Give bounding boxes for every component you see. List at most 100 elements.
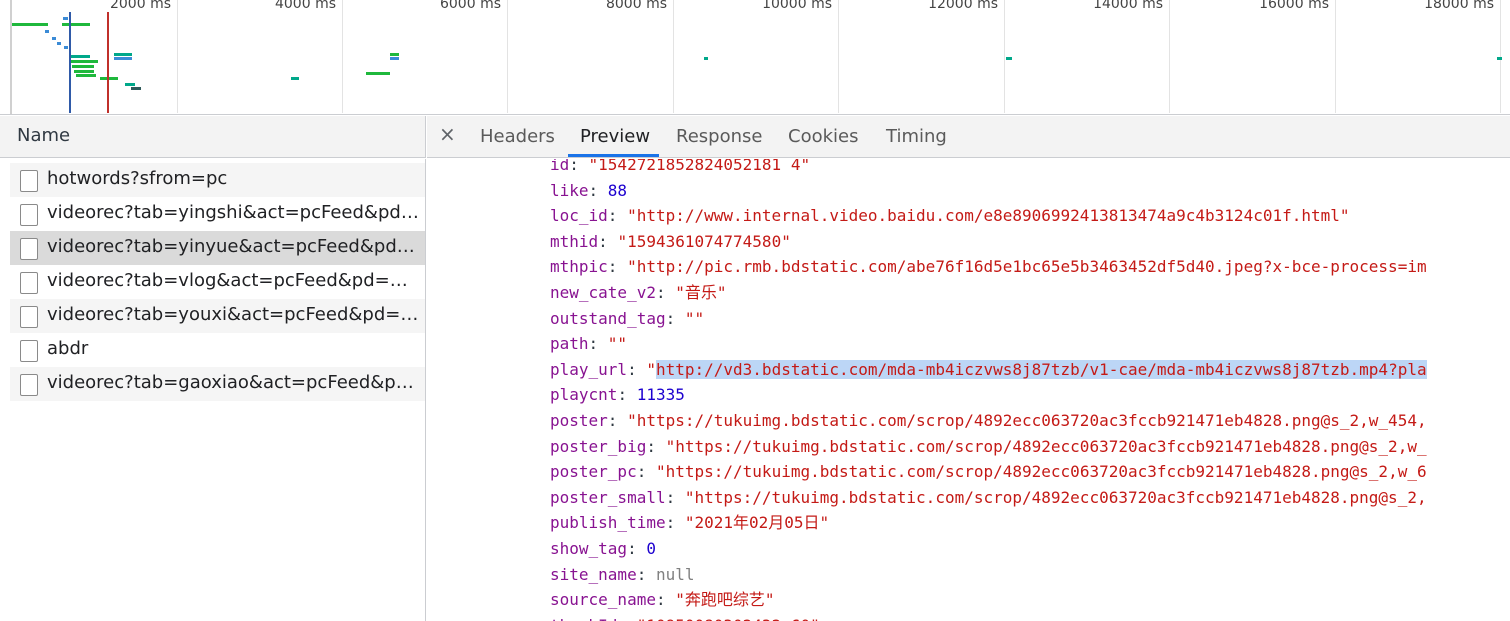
overview-request-bar — [72, 65, 94, 68]
network-overview-timeline[interactable]: 2000 ms 4000 ms 6000 ms 8000 ms 10000 ms 1200… — [0, 0, 1510, 115]
document-icon — [20, 340, 38, 362]
overview-request-bar — [62, 23, 90, 26]
property-value: "" — [607, 334, 628, 354]
tab-headers[interactable]: Headers — [480, 126, 555, 147]
preview-property-line[interactable]: poster_small: "https://tukuimg.bdstatic.… — [550, 485, 1427, 510]
details-tabbar: × Headers Preview Response Cookies Timin… — [427, 116, 1510, 158]
request-row[interactable]: hotwords?sfrom=pc — [10, 163, 425, 197]
preview-property-line[interactable]: thumbId: "10950080302432 60" — [550, 613, 820, 621]
preview-property-line[interactable]: poster: "https://tukuimg.bdstatic.com/sc… — [550, 408, 1427, 433]
preview-property-line[interactable]: poster_big: "https://tukuimg.bdstatic.co… — [550, 434, 1427, 459]
overview-request-bar — [114, 57, 132, 60]
overview-tick-line — [673, 0, 674, 113]
property-colon: : — [665, 487, 685, 507]
request-row[interactable]: videorec?tab=yingshi&act=pcFeed&pd=... — [10, 197, 425, 231]
property-key: poster — [550, 411, 608, 430]
preview-property-line[interactable]: source_name: "奔跑吧综艺" — [550, 587, 775, 612]
tab-preview[interactable]: Preview — [580, 126, 650, 147]
overview-tick-label: 4000 ms — [274, 0, 336, 12]
tab-cookies[interactable]: Cookies — [788, 126, 858, 147]
request-name: videorec?tab=yinyue&act=pcFeed&pd=p... — [47, 236, 419, 257]
property-key: site_name — [550, 564, 637, 584]
tab-timing[interactable]: Timing — [886, 126, 947, 147]
request-name: videorec?tab=yingshi&act=pcFeed&pd=... — [47, 202, 419, 223]
overview-request-bar — [63, 17, 68, 20]
property-key: outstand_tag — [550, 308, 666, 328]
property-value: "https://tukuimg.bdstatic.com/scrop/4892… — [655, 462, 1427, 482]
dom-content-loaded-marker — [69, 12, 71, 113]
request-row[interactable]: videorec?tab=yinyue&act=pcFeed&pd=p... — [10, 231, 425, 265]
property-value: "https://tukuimg.bdstatic.com/scrop/4892… — [684, 487, 1427, 507]
preview-property-line[interactable]: loc_id: "http://www.internal.video.baidu… — [550, 203, 1350, 228]
request-row[interactable]: videorec?tab=gaoxiao&act=pcFeed&pd=... — [10, 367, 425, 401]
preview-property-line[interactable]: publish_time: "2021年02月05日" — [550, 510, 829, 535]
overview-request-bar — [125, 83, 135, 86]
preview-property-line[interactable]: mthpic: "http://pic.rmb.bdstatic.com/abe… — [550, 254, 1427, 279]
preview-property-line[interactable]: outstand_tag: "" — [550, 306, 704, 331]
preview-property-line[interactable]: show_tag: 0 — [550, 536, 656, 561]
property-colon: : — [617, 385, 637, 405]
overview-request-bar — [704, 57, 708, 60]
property-value: "奔跑吧综艺" — [675, 590, 775, 610]
property-value: "https://tukuimg.bdstatic.com/scrop/4892… — [627, 411, 1427, 430]
overview-request-bar — [70, 55, 90, 58]
preview-property-line[interactable]: like: 88 — [550, 178, 627, 203]
request-name: abdr — [47, 338, 89, 359]
name-column-header[interactable]: Name — [0, 116, 426, 158]
property-colon: : — [598, 231, 618, 251]
property-key: show_tag — [550, 539, 628, 558]
property-colon: : — [655, 590, 676, 610]
property-colon: : — [665, 513, 685, 533]
property-value: "http://www.internal.video.baidu.com/e8e… — [627, 206, 1350, 226]
preview-property-line[interactable]: playcnt: 11335 — [550, 382, 685, 407]
overview-request-bar — [64, 46, 68, 49]
property-key: loc_id — [550, 206, 608, 226]
request-row[interactable]: abdr — [10, 333, 425, 367]
preview-property-line[interactable]: mthid: "1594361074774580" — [550, 229, 791, 254]
overview-request-bar — [45, 30, 49, 33]
property-value: 11335 — [636, 385, 685, 405]
preview-pane[interactable]: id: "1542721852824052181 4" like: 88 loc_i… — [427, 159, 1510, 621]
property-value: 0 — [646, 539, 656, 558]
overview-request-bar — [1497, 57, 1502, 60]
property-value: "10950080302432 60" — [637, 616, 820, 621]
property-key: new_cate_v2 — [550, 283, 656, 302]
property-colon: : — [588, 180, 608, 200]
preview-property-line[interactable]: new_cate_v2: "音乐" — [550, 280, 727, 305]
overview-request-bar — [390, 53, 399, 56]
overview-request-bar — [57, 42, 61, 45]
property-colon: : — [665, 308, 685, 328]
document-icon — [20, 170, 38, 192]
preview-property-line[interactable]: play_url: "http://vd3.bdstatic.com/mda-m… — [550, 357, 1427, 382]
preview-property-line[interactable]: site_name: null — [550, 562, 695, 587]
request-row[interactable]: videorec?tab=vlog&act=pcFeed&pd=pc... — [10, 265, 425, 299]
overview-request-bar — [74, 70, 94, 73]
overview-request-bar — [76, 74, 96, 77]
overview-tick-label: 14000 ms — [1093, 0, 1163, 12]
preview-property-line[interactable]: id: "1542721852824052181 4" — [550, 159, 810, 177]
property-key: playcnt — [550, 385, 618, 405]
overview-request-bar — [100, 77, 118, 80]
request-name: videorec?tab=vlog&act=pcFeed&pd=pc... — [47, 270, 419, 291]
overview-tick-label: 16000 ms — [1259, 0, 1329, 12]
request-row[interactable]: videorec?tab=youxi&act=pcFeed&pd=pc... — [10, 299, 425, 333]
preview-property-line[interactable]: path: "" — [550, 331, 627, 356]
tab-response[interactable]: Response — [676, 126, 762, 147]
overview-tick-line — [1169, 0, 1170, 113]
property-value: "" — [684, 308, 705, 328]
property-colon: : — [646, 436, 666, 456]
overview-tick-label: 18000 ms — [1424, 0, 1494, 12]
property-key: like — [550, 180, 589, 200]
selected-text-highlight: http://vd3.bdstatic.com/mda-mb4iczvws8j8… — [655, 359, 1427, 379]
property-key: id — [550, 159, 570, 174]
overview-tick-label: 12000 ms — [928, 0, 998, 12]
property-value: null — [655, 564, 695, 584]
property-key: poster_big — [550, 436, 647, 456]
document-icon — [20, 374, 38, 396]
overview-tick-line — [838, 0, 839, 113]
request-name: videorec?tab=youxi&act=pcFeed&pd=pc... — [47, 304, 419, 325]
overview-request-bar — [12, 23, 48, 26]
close-icon[interactable]: × — [439, 122, 456, 146]
preview-property-line[interactable]: poster_pc: "https://tukuimg.bdstatic.com… — [550, 459, 1427, 484]
request-name: hotwords?sfrom=pc — [47, 168, 228, 189]
